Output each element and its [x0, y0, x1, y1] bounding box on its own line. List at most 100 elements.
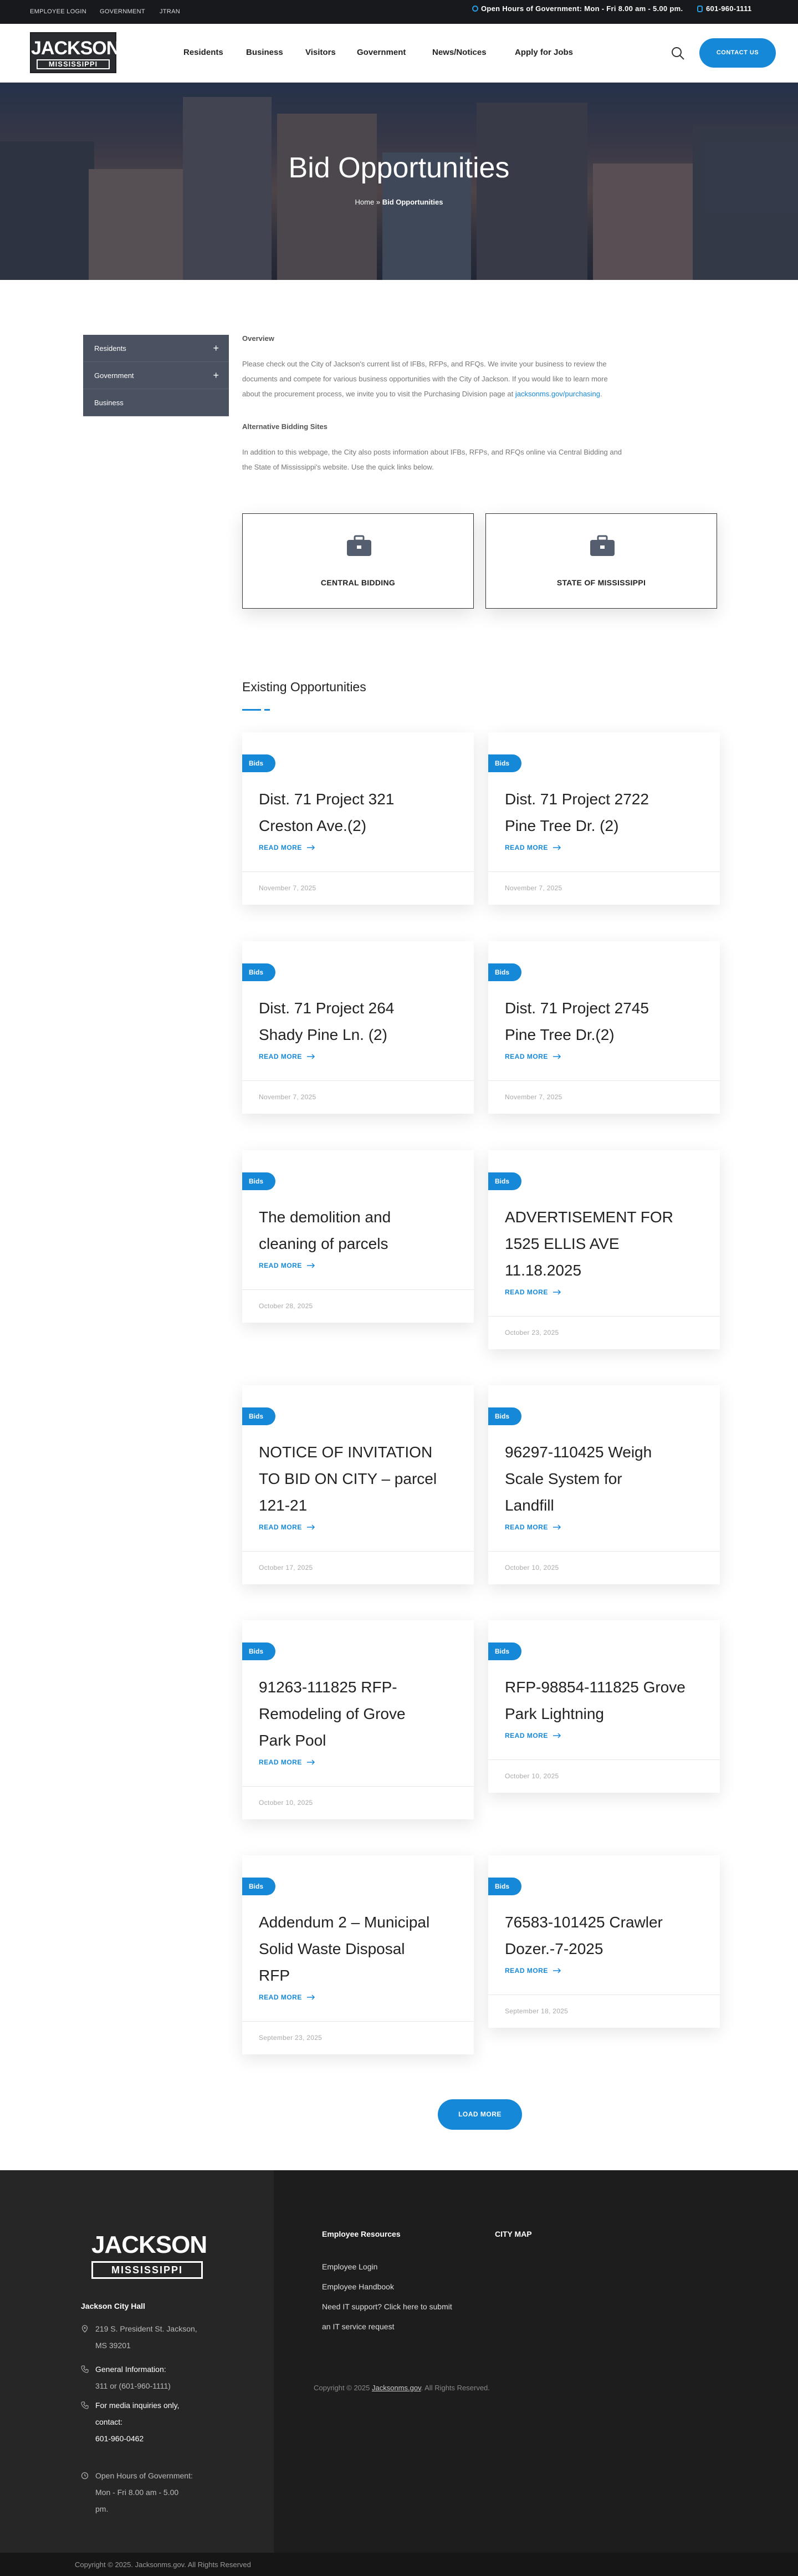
nav-visitors[interactable]: Visitors [305, 48, 336, 57]
phone-text: 601-960-1111 [706, 4, 752, 13]
read-more-link[interactable]: READ MORE [505, 1732, 561, 1740]
read-more-label: READ MORE [505, 1288, 548, 1296]
opportunity-card[interactable]: Bids Dist. 71 Project 2722 Pine Tree Dr. (… [488, 732, 720, 905]
opportunity-card[interactable]: Bids 91263-111825 RFP- Remodeling of Grove… [242, 1620, 474, 1819]
opportunity-title[interactable]: 91263-111825 RFP- Remodeling of Grove Park… [259, 1674, 457, 1754]
sidebar-item-business[interactable]: Business [83, 389, 229, 416]
quick-link-label: STATE OF MISSISSIPPI [556, 578, 646, 587]
employee-login-footer-link[interactable]: Employee Login [322, 2262, 377, 2271]
opportunity-card[interactable]: Bids Dist. 71 Project 2745 Pine Tree Dr.(2… [488, 941, 720, 1114]
opportunity-title[interactable]: Dist. 71 Project 2745 Pine Tree Dr.(2) [505, 995, 703, 1048]
footer-media-phone[interactable]: 601-960-0462 [95, 2430, 144, 2447]
opportunity-title-line: Creston Ave.(2) [259, 817, 367, 834]
plus-icon[interactable]: + [213, 335, 219, 362]
employee-resources-heading: Employee Resources [322, 2230, 401, 2238]
breadcrumb-home[interactable]: Home [355, 198, 375, 206]
it-support-link[interactable]: an IT service request [322, 2322, 394, 2331]
opportunity-title[interactable]: NOTICE OF INVITATION TO BID ON CITY – par… [259, 1439, 457, 1519]
read-more-link[interactable]: READ MORE [505, 844, 561, 851]
category-badge[interactable]: Bids [488, 754, 522, 772]
overview-line-end: . [600, 390, 602, 398]
opportunity-title[interactable]: Dist. 71 Project 2722 Pine Tree Dr. (2) [505, 786, 703, 839]
alternative-sites-paragraph: In addition to this webpage, the City al… [242, 445, 715, 475]
opportunity-title[interactable]: The demolition and cleaning of parcels [259, 1204, 457, 1257]
load-more-button[interactable]: LOAD MORE [438, 2099, 522, 2130]
read-more-link[interactable]: READ MORE [505, 1523, 561, 1531]
opportunity-title[interactable]: Addendum 2 – Municipal Solid Waste Dispos… [259, 1909, 457, 1989]
it-support-link[interactable]: Need IT support? Click here to submit [322, 2302, 452, 2311]
category-badge[interactable]: Bids [488, 1642, 522, 1660]
category-badge[interactable]: Bids [488, 1172, 522, 1190]
employee-handbook-link[interactable]: Employee Handbook [322, 2282, 394, 2291]
read-more-link[interactable]: READ MORE [259, 1993, 315, 2001]
city-map-link[interactable]: CITY MAP [495, 2230, 532, 2238]
category-badge[interactable]: Bids [488, 1407, 522, 1425]
read-more-link[interactable]: READ MORE [505, 1053, 561, 1060]
card-divider [488, 1551, 720, 1552]
read-more-link[interactable]: READ MORE [259, 1523, 315, 1531]
opportunity-card[interactable]: Bids Dist. 71 Project 321 Creston Ave.(2) R… [242, 732, 474, 905]
read-more-label: READ MORE [259, 1758, 302, 1766]
alternative-line: In addition to this webpage, the City al… [242, 448, 622, 456]
opportunity-card[interactable]: Bids Addendum 2 – Municipal Solid Waste Di… [242, 1855, 474, 2054]
central-bidding-link[interactable]: CENTRAL BIDDING [242, 513, 474, 609]
nav-business[interactable]: Business [246, 48, 283, 57]
opportunity-card[interactable]: Bids 96297-110425 Weigh Scale System for La… [488, 1385, 720, 1584]
opportunity-title-line: Park Pool [259, 1732, 326, 1749]
opportunity-card[interactable]: Bids NOTICE OF INVITATION TO BID ON CITY –… [242, 1385, 474, 1584]
opportunity-title[interactable]: RFP-98854-111825 Grove Park Lightning [505, 1674, 703, 1727]
read-more-link[interactable]: READ MORE [505, 1967, 561, 1975]
category-badge[interactable]: Bids [242, 1878, 276, 1895]
nav-news-notices[interactable]: News/Notices [432, 48, 487, 57]
jacksonms-link[interactable]: Jacksonms.gov [372, 2384, 421, 2392]
category-badge[interactable]: Bids [488, 963, 522, 981]
opportunity-title[interactable]: Dist. 71 Project 321 Creston Ave.(2) [259, 786, 457, 839]
opportunity-title[interactable]: ADVERTISEMENT FOR 1525 ELLIS AVE 11.18.202… [505, 1204, 703, 1284]
category-badge[interactable]: Bids [242, 754, 276, 772]
purchasing-link[interactable]: jacksonms.gov/purchasing [515, 390, 600, 398]
sidebar-item-residents[interactable]: Residents + [83, 335, 229, 362]
state-of-mississippi-link[interactable]: STATE OF MISSISSIPPI [485, 513, 717, 609]
government-link[interactable]: GOVERNMENT [100, 8, 145, 15]
opportunity-title[interactable]: Dist. 71 Project 264 Shady Pine Ln. (2) [259, 995, 457, 1048]
read-more-link[interactable]: READ MORE [259, 1758, 315, 1766]
category-badge[interactable]: Bids [242, 1642, 276, 1660]
category-badge[interactable]: Bids [242, 1172, 276, 1190]
opportunity-title-line: NOTICE OF INVITATION [259, 1443, 433, 1461]
opportunity-card[interactable]: Bids The demolition and cleaning of parcel… [242, 1150, 474, 1323]
read-more-link[interactable]: READ MORE [259, 1262, 315, 1269]
category-badge[interactable]: Bids [242, 1407, 276, 1425]
opportunity-title-line: 76583-101425 Crawler [505, 1914, 663, 1931]
read-more-link[interactable]: READ MORE [505, 1288, 561, 1296]
sidebar-item-government[interactable]: Government + [83, 362, 229, 389]
nav-residents[interactable]: Residents [183, 48, 223, 57]
opportunity-card[interactable]: Bids Dist. 71 Project 264 Shady Pine Ln. (… [242, 941, 474, 1114]
opportunity-card[interactable]: Bids 76583-101425 Crawler Dozer.-7-2025 REA… [488, 1855, 720, 2028]
footer-general-value[interactable]: 311 or (601-960-1111) [95, 2378, 171, 2394]
read-more-link[interactable]: READ MORE [259, 844, 315, 851]
opportunity-card[interactable]: Bids ADVERTISEMENT FOR 1525 ELLIS AVE 11.18… [488, 1150, 720, 1349]
opportunity-title[interactable]: 96297-110425 Weigh Scale System for Landfi… [505, 1439, 703, 1519]
plus-icon[interactable]: + [213, 362, 219, 389]
hours-info: Open Hours of Government: Mon - Fri 8.00… [472, 4, 683, 13]
logo-bottom-text: MISSISSIPPI [37, 59, 110, 69]
read-more-link[interactable]: READ MORE [259, 1053, 315, 1060]
category-badge[interactable]: Bids [488, 1878, 522, 1895]
phone-link[interactable]: 601-960-1111 [697, 4, 751, 13]
contact-us-button[interactable]: CONTACT US [699, 38, 776, 68]
search-icon[interactable] [671, 46, 685, 60]
arrow-right-icon [306, 1263, 315, 1268]
jtran-link[interactable]: JTRAN [160, 8, 180, 15]
site-header: JACKSON MISSISSIPPI Residents Business V… [0, 24, 798, 83]
employee-login-link[interactable]: EMPLOYEE LOGIN [30, 8, 86, 15]
nav-apply-for-jobs[interactable]: Apply for Jobs [515, 48, 573, 57]
briefcase-icon [590, 535, 615, 556]
nav-government[interactable]: Government [357, 48, 406, 57]
opportunity-card[interactable]: Bids RFP-98854-111825 Grove Park Lightning… [488, 1620, 720, 1793]
opportunity-date: October 23, 2025 [505, 1329, 559, 1337]
opportunity-date: October 17, 2025 [259, 1564, 313, 1572]
overview-line: documents and compete for various busine… [242, 375, 608, 383]
category-badge[interactable]: Bids [242, 963, 276, 981]
opportunity-title[interactable]: 76583-101425 Crawler Dozer.-7-2025 [505, 1909, 703, 1962]
site-logo[interactable]: JACKSON MISSISSIPPI [30, 32, 120, 73]
